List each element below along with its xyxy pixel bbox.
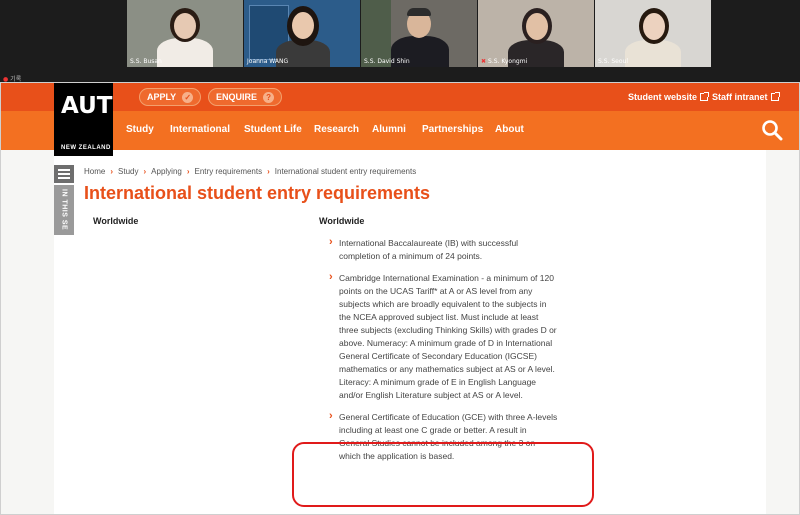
list-item: International Baccalaureate (IB) with su… [329, 236, 559, 263]
highlight-annotation [292, 442, 594, 507]
participant-name: Joanna WANG [247, 58, 289, 65]
participant-tile[interactable]: S.S. Busan [127, 0, 243, 67]
participant-face [526, 13, 548, 40]
participant-figure [157, 38, 213, 67]
logo-subtext: NEW ZEALAND [61, 145, 111, 151]
participant-tile-active[interactable]: Joanna WANG [244, 0, 360, 67]
enquire-label: ENQUIRE [216, 92, 258, 102]
chevron-right-icon: › [186, 167, 190, 176]
participant-figure [625, 40, 681, 67]
apply-button[interactable]: APPLY ✓ [139, 88, 202, 106]
participant-name-text: S.S. Kyongmi [488, 58, 528, 65]
participant-tile[interactable]: S.S. David Shin [361, 0, 477, 67]
list-item: Cambridge International Examination - a … [329, 271, 559, 402]
nav-partnerships[interactable]: Partnerships [422, 124, 483, 135]
search-icon[interactable] [761, 119, 783, 141]
mic-muted-icon: ✖ [481, 58, 487, 65]
participant-name: ✖ S.S. Kyongmi [481, 58, 527, 65]
main-nav: Study International Student Life Researc… [1, 111, 799, 150]
nav-research[interactable]: Research [314, 124, 359, 135]
column-heading-left: Worldwide [93, 216, 139, 226]
breadcrumb-entry-requirements[interactable]: Entry requirements [195, 167, 263, 176]
apply-label: APPLY [147, 92, 177, 102]
requirements-list: International Baccalaureate (IB) with su… [329, 236, 559, 472]
menu-icon[interactable] [54, 165, 74, 183]
breadcrumb-home[interactable]: Home [84, 167, 105, 176]
external-link-icon [700, 92, 710, 101]
participant-tile[interactable]: S.S. Seoul [595, 0, 711, 67]
chevron-right-icon: › [110, 167, 114, 176]
participant-face [174, 13, 196, 39]
participant-face [643, 13, 665, 40]
staff-intranet-link[interactable]: Staff intranet [712, 92, 780, 102]
enquire-button[interactable]: ENQUIRE ? [208, 88, 283, 106]
in-this-section-tab[interactable]: IN THIS SE [54, 185, 74, 235]
staff-intranet-label: Staff intranet [712, 92, 768, 102]
nav-about[interactable]: About [495, 124, 524, 135]
chevron-right-icon: › [143, 167, 147, 176]
breadcrumb-applying[interactable]: Applying [151, 167, 182, 176]
logo-text: AUT [61, 93, 113, 119]
participant-name: S.S. Seoul [598, 58, 628, 65]
participant-name: S.S. Busan [130, 58, 162, 65]
student-website-label: Student website [628, 92, 698, 102]
nav-student-life[interactable]: Student Life [244, 124, 302, 135]
question-icon: ? [263, 91, 275, 103]
breadcrumb-study[interactable]: Study [118, 167, 138, 176]
nav-international[interactable]: International [170, 124, 230, 135]
nav-alumni[interactable]: Alumni [372, 124, 406, 135]
chevron-right-icon: › [267, 167, 270, 176]
breadcrumb-current: International student entry requirements [274, 167, 417, 176]
nav-study[interactable]: Study [126, 124, 154, 135]
student-website-link[interactable]: Student website [628, 92, 710, 102]
plant-background [361, 0, 391, 67]
video-conference-strip: S.S. Busan Joanna WANG S.S. David Shin ✖… [0, 0, 800, 83]
participant-name: S.S. David Shin [364, 58, 410, 65]
participant-face [292, 12, 314, 39]
utility-bar: APPLY ✓ ENQUIRE ? Student website Staff … [1, 83, 799, 111]
participant-hair [407, 8, 431, 16]
column-heading-right: Worldwide [319, 216, 365, 226]
breadcrumb: Home › Study › Applying › Entry requirem… [84, 167, 416, 176]
check-icon: ✓ [182, 91, 194, 103]
aut-logo[interactable]: AUT NEW ZEALAND [54, 83, 113, 156]
external-link-icon [770, 92, 780, 101]
page-title: International student entry requirements [84, 183, 431, 203]
participant-tile[interactable]: ✖ S.S. Kyongmi [478, 0, 594, 67]
